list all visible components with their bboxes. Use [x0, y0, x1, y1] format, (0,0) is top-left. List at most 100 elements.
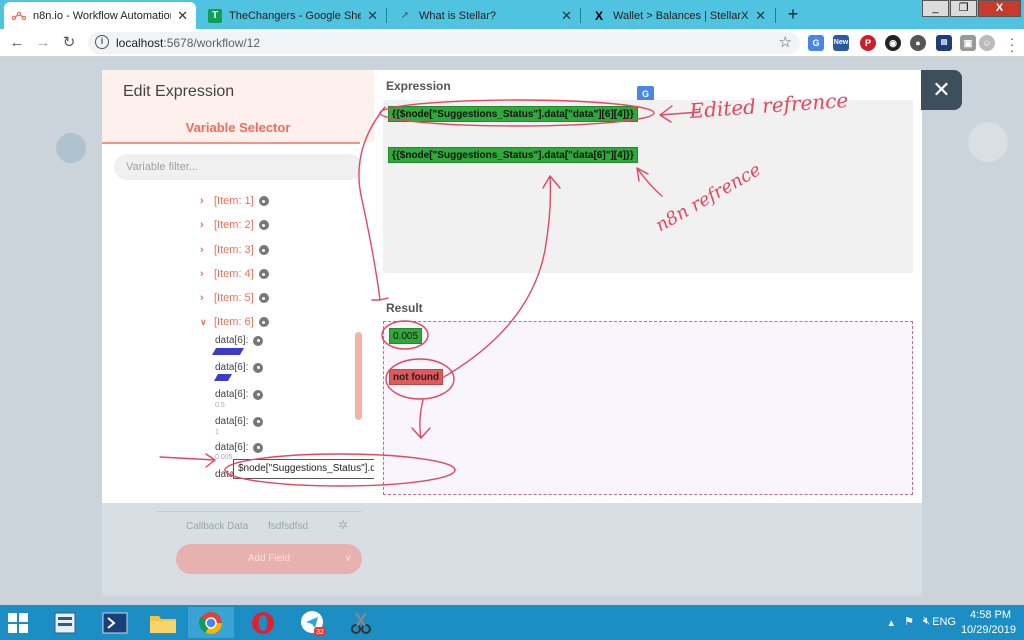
data-row-3[interactable]: data[6]: — [215, 389, 264, 400]
data-row-value: 0.5 — [215, 402, 225, 409]
clock-date[interactable]: 10/29/2019 — [961, 624, 1016, 636]
expression-edited-reference[interactable]: {{$node["Suggestions_Status"].data["data… — [388, 106, 638, 122]
telegram-icon[interactable]: 32 — [290, 607, 336, 638]
chevron-right-icon[interactable]: › — [200, 292, 212, 304]
chevron-right-icon[interactable]: › — [200, 219, 212, 231]
close-tab-icon[interactable]: ✕ — [755, 8, 766, 24]
variable-filter-input[interactable] — [114, 154, 362, 180]
news-extension-icon[interactable]: New — [833, 35, 849, 51]
windows-taskbar: 32 ▴ ⚑ 🔇︎ ENG 4:58 PM 10/29/2019 — [0, 605, 1024, 640]
tree-item-1[interactable]: › [Item: 1] — [200, 193, 269, 209]
pinterest-icon[interactable]: P — [860, 35, 876, 51]
address-bar[interactable]: i localhost:5678/workflow/12 ☆ — [88, 32, 800, 54]
data-row-6[interactable]: data — [215, 469, 234, 480]
minimize-button[interactable]: _ — [922, 0, 949, 17]
location-extension-icon[interactable]: ● — [910, 35, 926, 51]
gear-icon[interactable] — [258, 220, 269, 230]
close-tab-icon[interactable]: ✕ — [177, 8, 188, 24]
data-row-label: data[6]: — [215, 362, 249, 373]
background-avatar — [968, 122, 1008, 162]
language-indicator[interactable]: ENG — [932, 616, 956, 628]
tab-stellarx-wallet[interactable]: X Wallet > Balances | StellarX ✕ — [584, 2, 774, 29]
new-tab-button[interactable]: + — [782, 3, 804, 25]
tree-item-label: [Item: 5] — [214, 292, 254, 304]
screenshot-extension-icon[interactable]: ▣ — [960, 35, 976, 51]
chevron-right-icon[interactable]: › — [200, 268, 212, 280]
gear-icon[interactable] — [253, 442, 264, 453]
result-value-not-found: not found — [389, 369, 444, 385]
screen: n8n.io - Workflow Automation ✕ T TheChan… — [0, 0, 1024, 640]
tab-title: Wallet > Balances | StellarX — [613, 9, 749, 22]
background-node-settings: Callback Data fsdfsdfsd ✲ Add Field ∨ — [102, 503, 922, 596]
data-row-5[interactable]: data[6]: — [215, 442, 264, 453]
chevron-down-icon: ∨ — [344, 553, 352, 564]
divider — [156, 511, 362, 512]
info-icon[interactable]: i — [95, 35, 109, 49]
bookmark-star-icon[interactable]: ☆ — [779, 33, 792, 51]
gear-icon[interactable] — [253, 416, 264, 427]
gear-icon[interactable] — [253, 362, 264, 373]
tree-item-6[interactable]: ∨ [Item: 6] — [200, 314, 269, 330]
data-row-4[interactable]: data[6]: — [215, 416, 264, 427]
snipping-tool-icon[interactable] — [338, 607, 384, 638]
clock-time[interactable]: 4:58 PM — [970, 609, 1011, 621]
gear-icon: ✲ — [338, 518, 349, 532]
flag-icon[interactable]: ⚑ — [904, 615, 914, 628]
gear-icon[interactable] — [258, 196, 269, 206]
tree-item-2[interactable]: › [Item: 2] — [200, 217, 269, 233]
chevron-down-icon[interactable]: ∨ — [200, 317, 212, 328]
gear-icon[interactable] — [258, 245, 269, 255]
chevron-right-icon[interactable]: › — [200, 195, 212, 207]
expression-heading: Expression — [386, 79, 451, 93]
tray-expand-icon[interactable]: ▴ — [888, 616, 894, 629]
tree-item-label: [Item: 1] — [214, 195, 254, 207]
powershell-icon[interactable] — [92, 607, 138, 638]
tab-title: What is Stellar? — [419, 9, 497, 22]
rocket-icon: ➚ — [400, 10, 410, 21]
file-explorer-icon[interactable] — [140, 607, 186, 638]
close-tab-icon[interactable]: ✕ — [367, 8, 378, 24]
reload-button[interactable]: ↻ — [59, 33, 79, 53]
opera-icon[interactable] — [240, 607, 286, 638]
chrome-icon[interactable] — [188, 607, 234, 638]
gear-icon[interactable] — [258, 269, 269, 279]
close-tab-icon[interactable]: ✕ — [561, 8, 572, 24]
gear-icon[interactable] — [253, 335, 264, 346]
chevron-right-icon[interactable]: › — [200, 244, 212, 256]
windows-start-icon[interactable] — [8, 613, 28, 633]
news-reader-icon[interactable]: ▤ — [936, 35, 952, 51]
tab-google-sheets[interactable]: T TheChangers - Google Sheets ✕ — [200, 2, 386, 29]
back-button[interactable]: ← — [7, 33, 27, 53]
data-row-value: 1 — [215, 429, 219, 436]
gear-icon[interactable] — [253, 389, 264, 400]
tree-item-label: [Item: 2] — [214, 219, 254, 231]
translate-extension-icon[interactable]: G — [808, 35, 824, 51]
browser-menu-icon[interactable]: · · · — [1008, 31, 1016, 57]
profile-avatar-icon[interactable]: ☺ — [979, 35, 995, 51]
volume-muted-icon[interactable]: 🔇︎ — [923, 615, 930, 628]
heading-underline — [102, 142, 360, 144]
forward-button[interactable]: → — [33, 33, 53, 53]
edit-expression-modal: Edit Expression Variable Selector ›[Item… — [102, 70, 922, 503]
variable-list-scrollbar[interactable] — [355, 332, 362, 420]
tree-item-4[interactable]: › [Item: 4] — [200, 266, 269, 282]
server-manager-icon[interactable] — [42, 607, 88, 638]
expression-n8n-reference[interactable]: {{$node["Suggestions_Status"].data["data… — [388, 147, 638, 163]
result-value-ok: 0.005 — [389, 328, 423, 344]
github-icon[interactable]: ◉ — [885, 35, 901, 51]
close-window-button[interactable]: X — [978, 0, 1021, 17]
gear-icon[interactable] — [258, 317, 269, 327]
data-value-shape — [213, 374, 233, 381]
variable-selector-heading: Variable Selector — [185, 120, 291, 135]
data-row-2[interactable]: data[6]: — [215, 362, 264, 373]
tab-what-is-stellar[interactable]: ➚ What is Stellar? ✕ — [390, 2, 580, 29]
gear-icon[interactable] — [258, 293, 269, 303]
close-modal-button[interactable]: ✕ — [921, 70, 962, 110]
tree-item-3[interactable]: › [Item: 3] — [200, 242, 269, 258]
expression-panel: Expression G {{$node["Suggestions_Status… — [374, 70, 922, 503]
restore-button[interactable]: ❐ — [950, 0, 977, 17]
data-row-1[interactable]: data[6]: — [215, 335, 264, 346]
tree-item-5[interactable]: › [Item: 5] — [200, 290, 269, 306]
tab-n8n[interactable]: n8n.io - Workflow Automation ✕ — [4, 2, 196, 29]
expression-editor[interactable]: {{$node["Suggestions_Status"].data["data… — [383, 100, 913, 273]
